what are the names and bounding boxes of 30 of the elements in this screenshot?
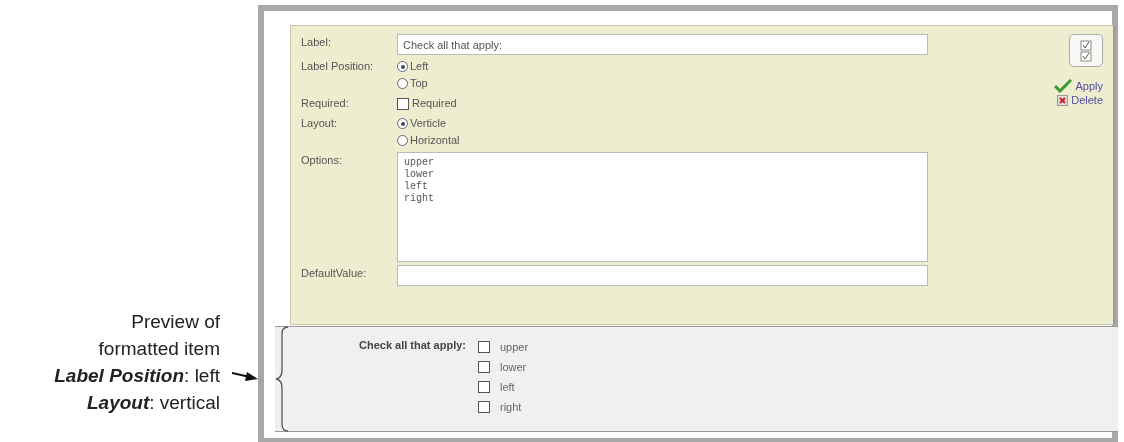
checklist-icon [1080,39,1092,62]
checkbox-option[interactable]: Required [397,95,457,112]
text-field[interactable] [397,265,928,286]
checkbox-option[interactable]: lower [478,357,529,377]
arrow-icon [232,369,258,382]
radio-option[interactable]: Verticle [397,115,460,132]
annotation-text: Preview of [131,310,220,334]
field-label: Required: [301,96,350,111]
checkmark-icon [1054,79,1073,93]
field-label: Label: [301,35,332,50]
delete-link[interactable]: Delete [1057,93,1103,107]
field-label: DefaultValue: [301,266,368,281]
annotation-text: Label Position: left [54,364,220,388]
options-field[interactable]: upper lower left right [397,152,928,262]
radio-option[interactable]: Horizontal [397,132,460,149]
radio-option[interactable]: Top [397,75,429,92]
annotation-text: formatted item [98,337,220,361]
field-label: Layout: [301,116,339,131]
checkbox-option[interactable]: upper [478,337,529,357]
radio-option[interactable]: Left [397,58,429,75]
field-label: Label Position: [301,59,375,74]
delete-icon [1057,94,1069,106]
field-label: Check all that apply: [358,338,467,353]
checkbox-option[interactable]: right [478,397,529,417]
checklist-button[interactable] [1069,34,1103,67]
checkbox-option[interactable]: left [478,377,529,397]
annotation-text: Layout: vertical [86,391,220,415]
apply-link[interactable]: Apply [1054,79,1103,93]
field-label: Options: [301,153,343,168]
text-field[interactable]: Check all that apply: [397,34,928,55]
